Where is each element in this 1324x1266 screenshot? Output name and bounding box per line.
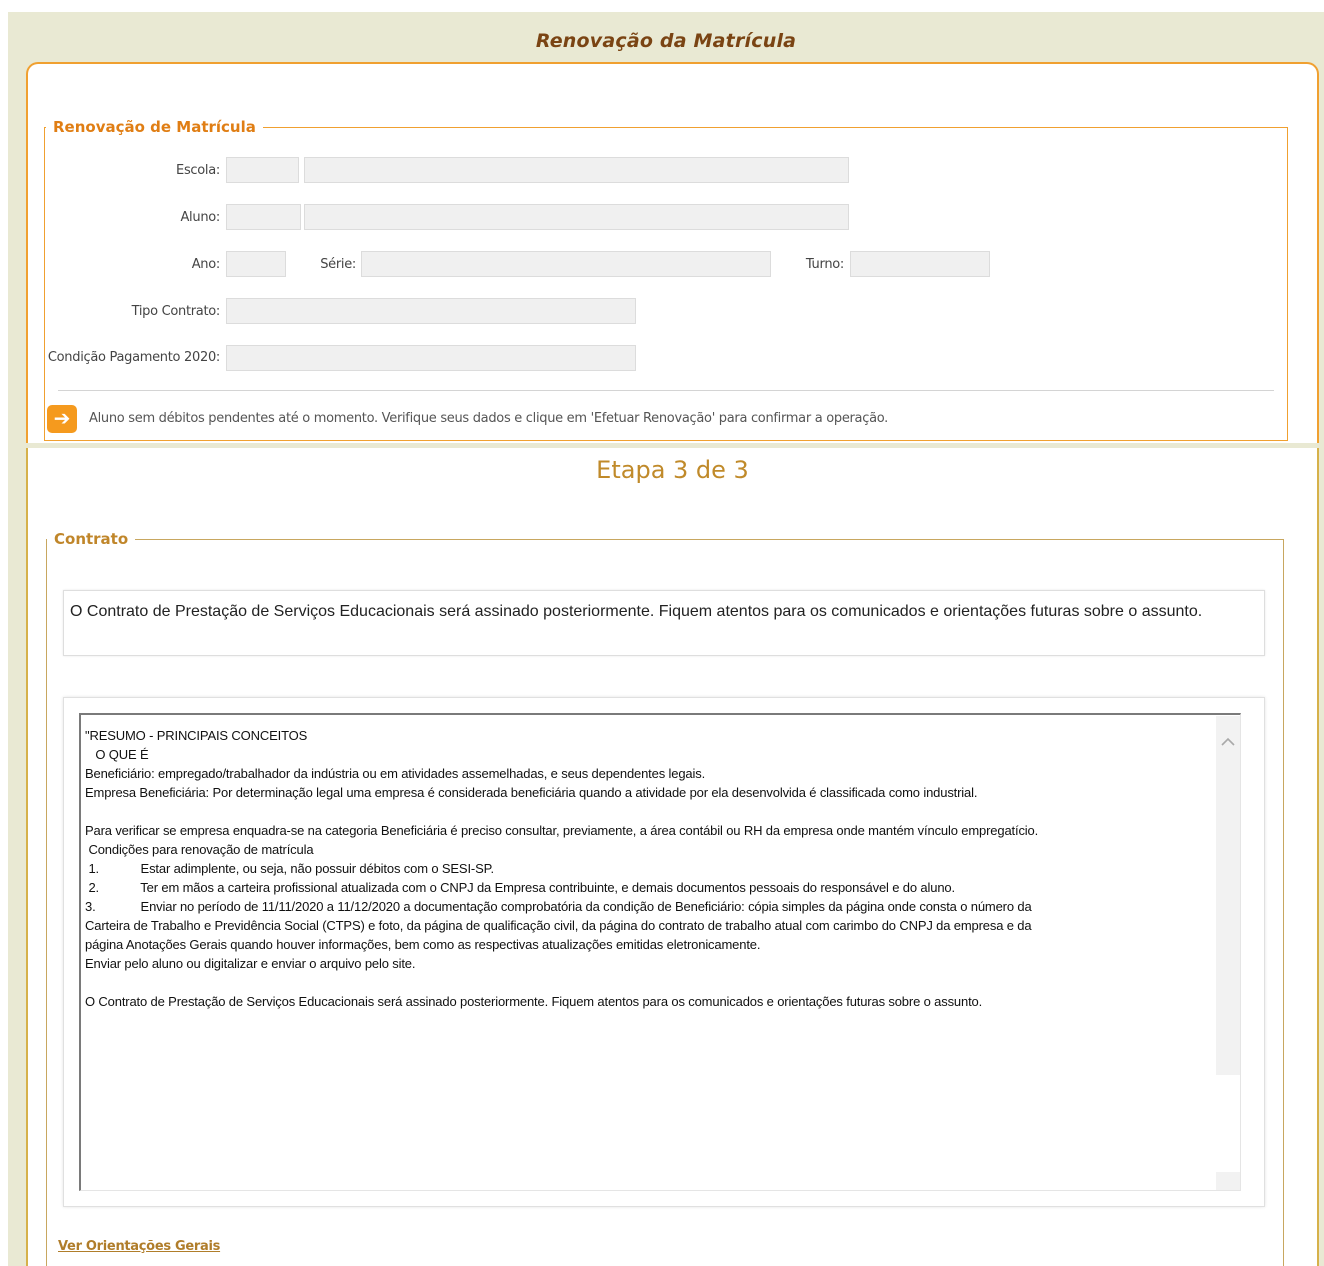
terms-line (85, 802, 1195, 821)
terms-line: 2. Ter em mãos a carteira profissional a… (85, 880, 955, 895)
terms-line: 3. Enviar no período de 11/11/2020 a 11/… (85, 899, 1032, 914)
turno-label: Turno: (805, 257, 844, 272)
terms-text: "RESUMO - PRINCIPAIS CONCEITOS O QUE É B… (85, 726, 1195, 1011)
terms-line: Para verificar se empresa enquadra-se na… (85, 823, 1039, 838)
contrato-legend: Contrato (47, 530, 136, 548)
terms-line: Enviar pelo aluno ou digitalizar e envia… (85, 956, 416, 971)
tipo-contrato-field[interactable] (226, 298, 636, 324)
terms-line: Empresa Beneficiária: Por determinação l… (85, 785, 978, 800)
terms-scrollbar-bottom[interactable] (1216, 1172, 1240, 1190)
step-indicator: Etapa 3 de 3 (596, 456, 749, 484)
chevron-up-icon[interactable] (1221, 736, 1235, 748)
serie-label: Série: (320, 257, 356, 272)
terms-line: Beneficiário: empregado/trabalhador da i… (85, 766, 706, 781)
condicao-pagamento-label: Condição Pagamento 2020: (47, 350, 220, 365)
terms-line: 1. Estar adimplente, ou seja, não possui… (85, 861, 494, 876)
info-message: Aluno sem débitos pendentes até o moment… (89, 411, 888, 426)
ano-field[interactable] (226, 251, 286, 277)
ano-label: Ano: (191, 257, 221, 272)
arrow-right-icon: ➔ (47, 405, 77, 433)
terms-line: O Contrato de Prestação de Serviços Educ… (85, 994, 983, 1009)
terms-scrollbar[interactable] (1216, 716, 1240, 1075)
terms-line: Condições para renovação de matrícula (85, 842, 314, 857)
condicao-pagamento-field[interactable] (226, 345, 636, 371)
renovacao-legend: Renovação de Matrícula (46, 118, 263, 136)
ver-orientacoes-link[interactable]: Ver Orientações Gerais (58, 1239, 220, 1254)
serie-field[interactable] (361, 251, 771, 277)
aluno-label: Aluno: (180, 210, 220, 225)
terms-line: O QUE É (85, 747, 149, 762)
terms-line: página Anotações Gerais quando houver in… (85, 937, 761, 952)
escola-code-field[interactable] (226, 157, 299, 183)
escola-label: Escola: (176, 163, 220, 178)
aluno-code-field[interactable] (226, 204, 301, 230)
terms-line: Carteira de Trabalho e Previdência Socia… (85, 918, 1032, 933)
fieldset-divider (58, 390, 1274, 391)
escola-name-field[interactable] (304, 157, 849, 183)
page-title: Renovação da Matrícula (535, 30, 797, 52)
contrato-notice: O Contrato de Prestação de Serviços Educ… (63, 590, 1265, 656)
tipo-contrato-label: Tipo Contrato: (131, 304, 221, 319)
turno-field[interactable] (850, 251, 990, 277)
terms-line: "RESUMO - PRINCIPAIS CONCEITOS (85, 728, 308, 743)
terms-line (85, 973, 1195, 992)
aluno-name-field[interactable] (304, 204, 849, 230)
